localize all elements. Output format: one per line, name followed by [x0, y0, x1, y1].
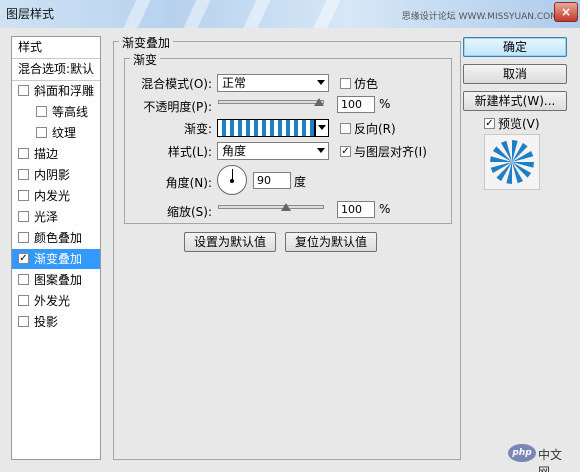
title-bar[interactable]: 图层样式 思缘设计论坛 WWW.MISSYUAN.COM ×: [0, 0, 580, 28]
sidebar-item-label: 等高线: [52, 105, 89, 119]
sidebar-item[interactable]: 投影: [12, 312, 100, 332]
scale-slider[interactable]: [218, 205, 324, 209]
angle-center: [230, 179, 234, 183]
window-title: 图层样式: [6, 7, 55, 21]
group-title: 渐变叠加: [119, 34, 174, 51]
gradient-picker-arrow[interactable]: [315, 119, 329, 137]
sidebar-item[interactable]: 内发光: [12, 186, 100, 206]
style-preview-thumbnail: [484, 134, 540, 190]
scale-slider-thumb[interactable]: [281, 203, 292, 211]
reverse-checkbox[interactable]: 反向(R): [340, 120, 396, 137]
checkbox-icon[interactable]: [18, 316, 29, 327]
chevron-down-icon: [317, 80, 325, 85]
php-logo: php: [508, 444, 536, 462]
angle-input[interactable]: 90: [253, 172, 291, 189]
checkbox-icon[interactable]: [18, 232, 29, 243]
reverse-label: 反向(R): [354, 122, 396, 136]
style-select[interactable]: 角度: [217, 142, 329, 160]
opacity-unit: %: [379, 97, 391, 111]
opacity-input[interactable]: 100: [337, 96, 375, 113]
angle-label: 角度(N):: [165, 176, 212, 190]
preview-label: 预览(V): [498, 117, 540, 131]
sidebar-item-label: 内阴影: [34, 168, 71, 182]
sidebar-item-label: 光泽: [34, 210, 59, 224]
layer-style-dialog: 图层样式 思缘设计论坛 WWW.MISSYUAN.COM × 样式 混合选项:默…: [0, 0, 580, 472]
scale-label: 缩放(S):: [166, 205, 212, 219]
align-with-layer-checkbox[interactable]: ✓ 与图层对齐(I): [340, 143, 427, 160]
gradient-label: 渐变:: [183, 122, 212, 136]
gradient-preview[interactable]: [217, 119, 315, 137]
opacity-slider[interactable]: [218, 100, 324, 104]
sidebar-item[interactable]: 颜色叠加: [12, 228, 100, 248]
align-with-layer-label: 与图层对齐(I): [354, 145, 427, 159]
checkbox-icon[interactable]: [36, 127, 47, 138]
close-button[interactable]: ×: [554, 2, 578, 22]
checkbox-icon: [340, 78, 351, 89]
blend-mode-value: 正常: [222, 76, 247, 90]
checkbox-icon[interactable]: [18, 295, 29, 306]
watermark-text: 思缘设计论坛 WWW.MISSYUAN.COM: [401, 12, 558, 22]
style-label: 样式(L):: [167, 145, 212, 159]
sidebar-item-blend-options[interactable]: 混合选项:默认: [12, 59, 100, 79]
sidebar-item-label: 图案叠加: [34, 273, 83, 287]
sidebar-item[interactable]: 描边: [12, 144, 100, 164]
styles-list: 样式 混合选项:默认 斜面和浮雕等高线纹理描边内阴影内发光光泽颜色叠加 ✓ 渐变叠加…: [11, 36, 101, 460]
checkmark-icon: ✓: [484, 118, 495, 129]
sidebar-item[interactable]: 等高线: [12, 102, 100, 122]
sidebar-item[interactable]: 光泽: [12, 207, 100, 227]
checkbox-icon[interactable]: [18, 169, 29, 180]
cancel-button[interactable]: 取消: [463, 64, 567, 84]
sidebar-item-label: 颜色叠加: [34, 231, 83, 245]
sidebar-item-label: 渐变叠加: [34, 252, 83, 266]
sidebar-item[interactable]: 外发光: [12, 291, 100, 311]
checkbox-icon[interactable]: [18, 190, 29, 201]
opacity-slider-thumb[interactable]: [314, 98, 324, 106]
sidebar-item-styles[interactable]: 样式: [12, 37, 100, 57]
sidebar-item[interactable]: 斜面和浮雕: [12, 81, 100, 101]
checkmark-icon[interactable]: ✓: [18, 253, 29, 264]
checkbox-icon: [340, 123, 351, 134]
checkbox-icon[interactable]: [18, 274, 29, 285]
dither-label: 仿色: [354, 77, 379, 91]
sidebar-item[interactable]: ✓ 渐变叠加: [12, 249, 100, 269]
title-decoration: [123, 0, 151, 28]
sidebar-item-label: 斜面和浮雕: [34, 84, 95, 98]
reset-default-button[interactable]: 复位为默认值: [285, 232, 377, 252]
checkbox-icon[interactable]: [18, 85, 29, 96]
blend-mode-label: 混合模式(O):: [141, 77, 212, 91]
title-decoration: [313, 0, 341, 28]
opacity-label: 不透明度(P):: [143, 100, 212, 114]
angle-unit: 度: [294, 175, 307, 189]
checkbox-icon[interactable]: [18, 211, 29, 222]
ok-button[interactable]: 确定: [463, 37, 567, 57]
scale-input[interactable]: 100: [337, 201, 375, 218]
set-default-button[interactable]: 设置为默认值: [184, 232, 276, 252]
sidebar-item-label: 外发光: [34, 294, 71, 308]
blend-mode-select[interactable]: 正常: [217, 74, 329, 92]
sidebar-item[interactable]: 图案叠加: [12, 270, 100, 290]
sidebar-item[interactable]: 内阴影: [12, 165, 100, 185]
checkbox-icon[interactable]: [18, 148, 29, 159]
angle-dial[interactable]: [217, 165, 247, 195]
logo-text: 中文网: [538, 448, 563, 472]
title-decoration: [243, 0, 271, 28]
sidebar-item[interactable]: 纹理: [12, 123, 100, 143]
preview-checkbox[interactable]: ✓ 预览(V): [484, 115, 540, 132]
checkmark-icon: ✓: [340, 146, 351, 157]
sidebar-item-label: 投影: [34, 315, 59, 329]
sidebar-item-label: 描边: [34, 147, 59, 161]
new-style-button[interactable]: 新建样式(W)...: [463, 91, 567, 111]
title-decoration: [183, 0, 211, 28]
checkbox-icon[interactable]: [36, 106, 47, 117]
dither-checkbox[interactable]: 仿色: [340, 75, 378, 92]
sidebar-item-label: 内发光: [34, 189, 71, 203]
chevron-down-icon: [317, 148, 325, 153]
section-title: 渐变: [130, 51, 161, 68]
php-cn-logo: php 中文网: [508, 444, 572, 472]
sidebar-item-label: 纹理: [52, 126, 77, 140]
style-value: 角度: [222, 144, 247, 158]
scale-unit: %: [379, 202, 391, 216]
angle-gradient-preview-icon: [490, 140, 534, 184]
